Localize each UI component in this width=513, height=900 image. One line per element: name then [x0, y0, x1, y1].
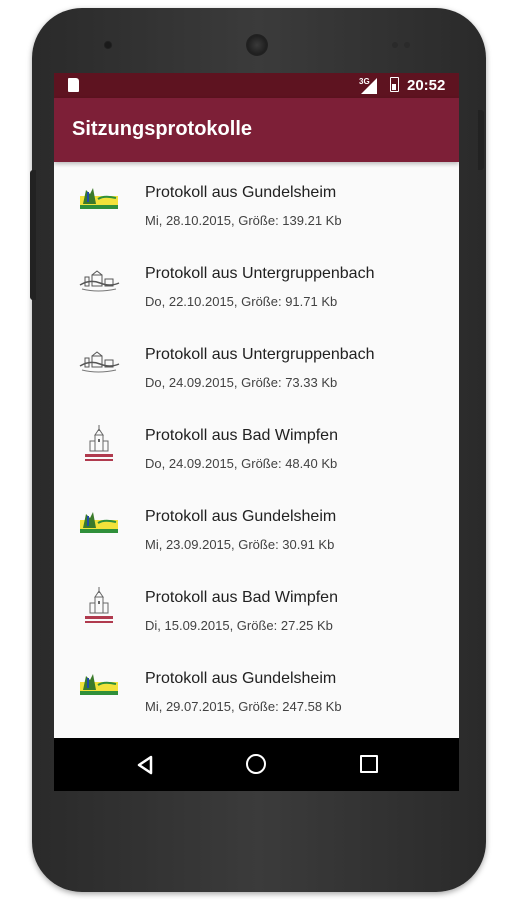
app-bar: Sitzungsprotokolle — [54, 98, 459, 162]
untergruppenbach-logo-icon — [79, 270, 120, 292]
gundelsheim-logo-icon — [80, 188, 118, 209]
bad-wimpfen-logo-icon — [85, 587, 113, 623]
item-subtitle: Do, 24.09.2015, Größe: 48.40 Kb — [145, 456, 338, 471]
bad-wimpfen-logo-icon — [85, 425, 113, 461]
item-subtitle: Mi, 29.07.2015, Größe: 247.58 Kb — [145, 699, 342, 714]
item-title: Protokoll aus Gundelsheim — [145, 508, 337, 525]
volume-button — [30, 170, 36, 300]
item-subtitle: Mi, 23.09.2015, Größe: 30.91 Kb — [145, 537, 335, 552]
list-item[interactable]: Protokoll aus Gundelsheim Mi, 28.10.2015… — [54, 162, 459, 243]
item-subtitle: Mi, 28.10.2015, Größe: 139.21 Kb — [145, 213, 342, 228]
list-item[interactable]: Protokoll aus Gundelsheim Mi, 23.09.2015… — [54, 486, 459, 567]
gundelsheim-logo-icon — [80, 512, 118, 533]
status-bar: 3G 20:52 — [54, 73, 459, 98]
navigation-bar — [54, 738, 459, 791]
recent-apps-icon[interactable] — [360, 755, 378, 773]
item-title: Protokoll aus Untergruppenbach — [145, 265, 375, 282]
list-item[interactable]: Protokoll aus Bad Wimpfen Di, 15.09.2015… — [54, 567, 459, 648]
item-title: Protokoll aus Bad Wimpfen — [145, 427, 338, 444]
sd-card-icon — [68, 78, 79, 92]
list-item[interactable]: Protokoll aus Untergruppenbach Do, 22.10… — [54, 243, 459, 324]
battery-icon — [390, 77, 399, 92]
item-title: Protokoll aus Gundelsheim — [145, 184, 337, 201]
item-subtitle: Do, 24.09.2015, Größe: 73.33 Kb — [145, 375, 338, 390]
item-title: Protokoll aus Untergruppenbach — [145, 346, 375, 363]
back-icon[interactable] — [136, 755, 154, 775]
home-icon[interactable] — [246, 754, 266, 774]
list-item[interactable]: Protokoll aus Gundelsheim Mi, 29.07.2015… — [54, 648, 459, 729]
status-time: 20:52 — [407, 77, 446, 94]
item-subtitle: Di, 15.09.2015, Größe: 27.25 Kb — [145, 618, 333, 633]
screen: 3G 20:52 Sitzungsprotokolle Protokoll au… — [54, 73, 459, 791]
light-sensor — [404, 42, 410, 48]
item-title: Protokoll aus Gundelsheim — [145, 670, 337, 687]
item-subtitle: Do, 22.10.2015, Größe: 91.71 Kb — [145, 294, 338, 309]
untergruppenbach-logo-icon — [79, 351, 120, 373]
front-camera — [103, 40, 113, 50]
item-title: Protokoll aus Bad Wimpfen — [145, 589, 338, 606]
page-title: Sitzungsprotokolle — [72, 118, 252, 140]
earpiece-speaker — [246, 34, 268, 56]
list-item[interactable]: Protokoll aus Bad Wimpfen Do, 24.09.2015… — [54, 405, 459, 486]
signal-icon — [361, 78, 377, 94]
gundelsheim-logo-icon — [80, 674, 118, 695]
power-button — [478, 110, 484, 170]
list-item[interactable]: Protokoll aus Untergruppenbach Do, 24.09… — [54, 324, 459, 405]
proximity-sensor — [392, 42, 398, 48]
